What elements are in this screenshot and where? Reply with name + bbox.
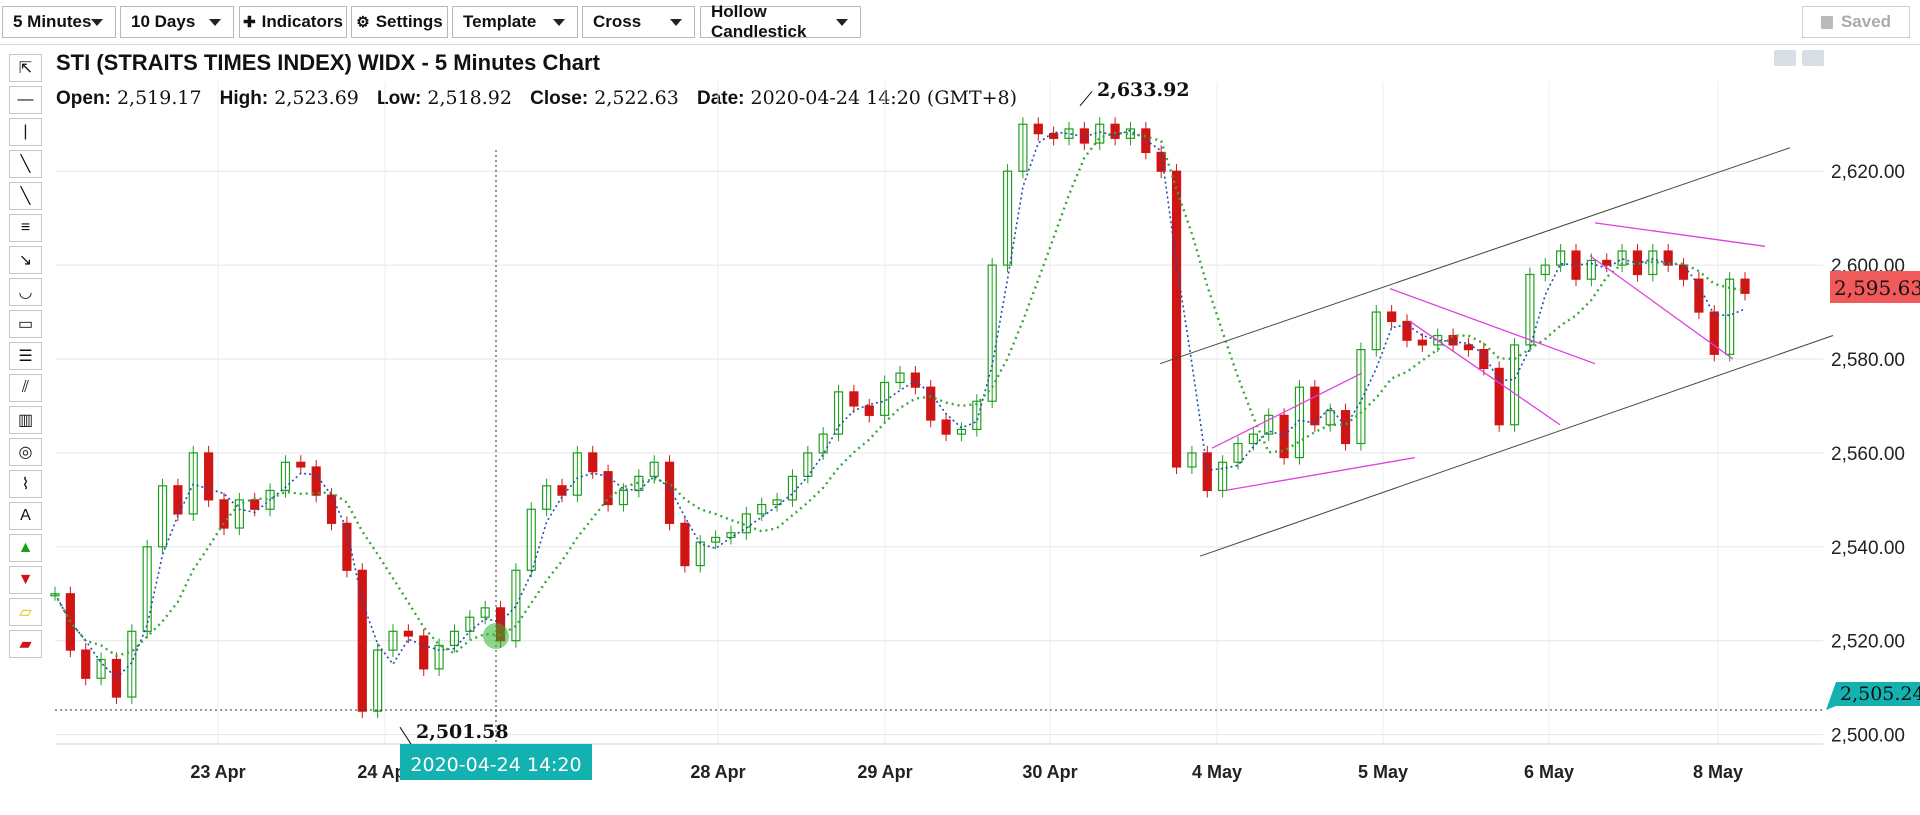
candle-body <box>357 569 367 712</box>
candle-body <box>1694 278 1704 313</box>
price-chart[interactable]: 2,500.00 2,520.00 2,540.00 2,560.00 2,580.00… <box>0 0 1920 815</box>
x-tick-label: 5 May <box>1358 762 1408 782</box>
candle-body <box>311 466 321 496</box>
x-tick-label: 6 May <box>1524 762 1574 782</box>
candle-body <box>296 461 306 468</box>
x-tick-label: 23 Apr <box>190 762 245 782</box>
candle-body <box>419 635 429 670</box>
y-tick-label: 2,620.00 <box>1831 162 1905 183</box>
candle-body <box>403 630 413 637</box>
crosshair-marker <box>483 623 509 650</box>
candle-body <box>1402 320 1412 341</box>
y-tick-label: 2,540.00 <box>1831 538 1905 559</box>
candle-body <box>1387 311 1397 323</box>
trend-line <box>1224 456 1416 492</box>
candle-body <box>1740 278 1750 294</box>
y-tick-label: 2,580.00 <box>1831 350 1905 371</box>
candle-body <box>1202 452 1212 492</box>
candle-body <box>1678 264 1689 280</box>
y-tick-label: 2,500.00 <box>1831 726 1905 747</box>
candle-body <box>1417 339 1427 346</box>
candle-body <box>1049 133 1059 139</box>
x-tick-label: 28 Apr <box>690 762 745 782</box>
crosshair-price-label: 2,505.24 <box>1840 683 1920 705</box>
trend-line <box>1594 222 1766 247</box>
candle-body <box>664 461 675 524</box>
x-tick-label: 8 May <box>1693 762 1743 782</box>
candle-body <box>1571 250 1581 280</box>
candle-body <box>1663 250 1673 266</box>
candle-body <box>1340 410 1351 445</box>
candle-body <box>1602 259 1612 266</box>
high-annotation-label: 2,633.92 <box>1097 79 1190 101</box>
candle-body <box>326 494 337 524</box>
candle-body <box>1463 344 1474 351</box>
candle-body <box>204 452 214 501</box>
candle-body <box>1033 123 1043 135</box>
crosshair-date-label: 2020-04-24 14:20 <box>410 754 581 776</box>
candle-body <box>250 499 260 510</box>
high-annotation-pointer <box>1079 91 1093 107</box>
candle-body <box>65 593 75 651</box>
trend-line <box>1389 287 1596 365</box>
candle-body <box>588 452 598 473</box>
last-price-label: 2,595.63 <box>1834 276 1920 300</box>
candle-body <box>680 522 690 567</box>
x-tick-label: 4 May <box>1192 762 1242 782</box>
low-annotation-label: 2,501.58 <box>416 721 509 743</box>
ma-fast-line <box>54 129 1746 680</box>
x-tick-label: 29 Apr <box>857 762 912 782</box>
candle-body <box>1494 367 1504 426</box>
candle-body <box>849 391 859 407</box>
candle-body <box>864 405 874 416</box>
candle-body <box>81 649 91 679</box>
candle-body <box>1171 170 1182 468</box>
y-tick-label: 2,520.00 <box>1831 632 1905 653</box>
candle-body <box>926 386 936 421</box>
trend-line <box>1409 320 1561 426</box>
candle-body <box>173 485 183 515</box>
y-tick-label: 2,560.00 <box>1831 444 1905 465</box>
trend-line <box>1589 255 1734 360</box>
candle-body <box>1310 386 1320 426</box>
x-tick-label: 30 Apr <box>1022 762 1077 782</box>
candle-body <box>1110 123 1120 139</box>
candle-body <box>941 419 951 435</box>
candle-body <box>1479 349 1489 369</box>
ma-slow-line <box>53 131 1746 658</box>
